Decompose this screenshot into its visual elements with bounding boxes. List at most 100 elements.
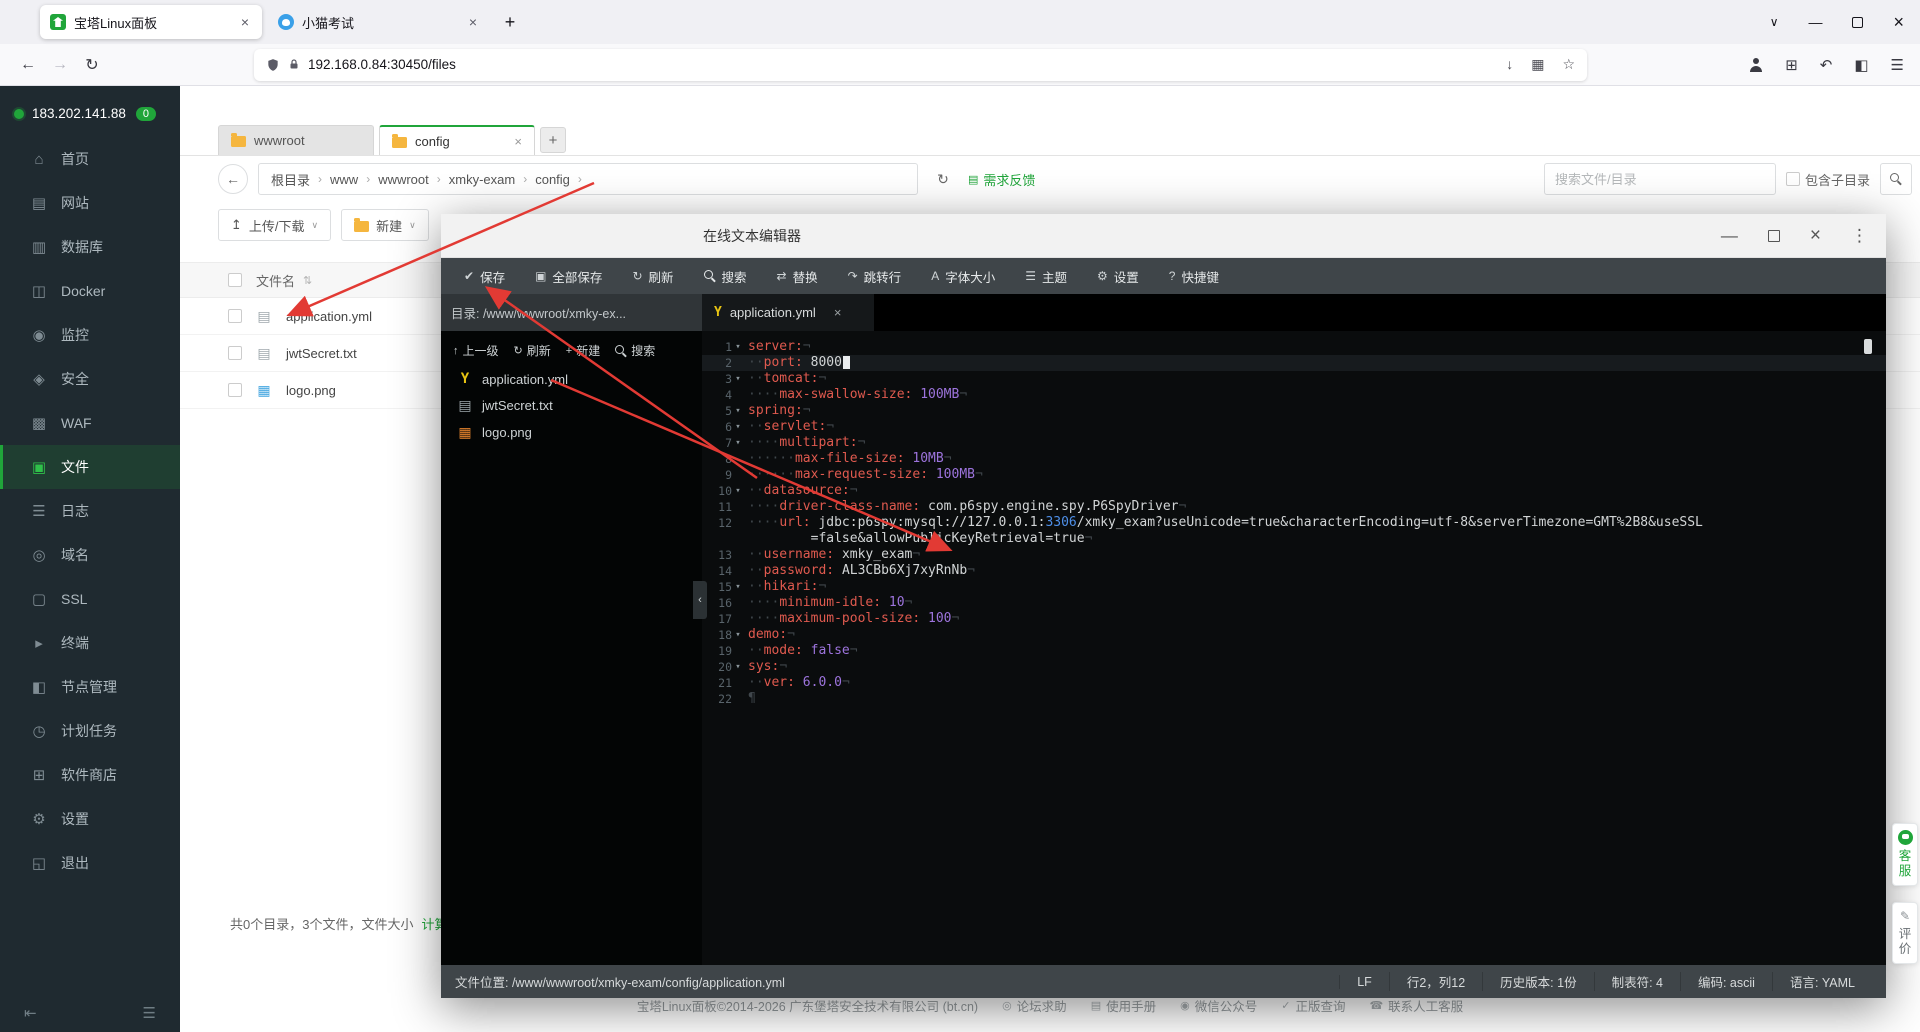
editor-toolbar-search[interactable]: 搜索 — [689, 258, 762, 294]
fm-tab-wwwroot[interactable]: wwwroot — [218, 125, 374, 155]
tree-tool-search[interactable]: 搜索 — [615, 342, 655, 359]
window-minimize-button[interactable]: — — [1808, 14, 1822, 30]
menu-hamburger-icon[interactable]: ☰ — [1891, 56, 1904, 74]
code-editor[interactable]: 1 ▾ server: ¬ 2 ·· port: 8000 3 ▾ ·· tomcat: ¬ 4 ····… — [702, 331, 1886, 965]
editor-toolbar-refresh[interactable]: ↻ 刷新 — [617, 258, 688, 294]
file-search-button[interactable] — [1880, 163, 1912, 195]
forward-button[interactable]: → — [44, 50, 76, 80]
row-checkbox[interactable] — [228, 383, 242, 397]
sidebar-item-node[interactable]: ◧ 节点管理 — [0, 665, 180, 709]
editor-toolbar-save-all[interactable]: ▣ 全部保存 — [520, 258, 617, 294]
path-refresh-icon[interactable]: ↻ — [928, 164, 958, 194]
code-line-16[interactable]: 16 ···· minimum-idle: 10 ¬ — [702, 595, 1886, 611]
feedback-link[interactable]: ▤ 需求反馈 — [968, 170, 1035, 189]
footer-link[interactable]: ◉ 微信公众号 — [1180, 996, 1257, 1015]
editor-file-tab[interactable]: Y application.yml × — [702, 294, 874, 331]
filename-column-header[interactable]: 文件名 — [256, 271, 295, 290]
select-all-checkbox[interactable] — [228, 273, 242, 287]
back-button[interactable]: ← — [12, 50, 44, 80]
file-search-input[interactable] — [1543, 163, 1776, 195]
collapse-sidebar-icon[interactable]: ⇤ — [24, 1004, 37, 1022]
tree-file[interactable]: ▤ jwtSecret.txt — [441, 392, 702, 419]
server-ip-row[interactable]: 183.202.141.88 0 — [0, 86, 180, 137]
tab-close-icon[interactable]: × — [238, 14, 252, 30]
tab-close-icon[interactable]: × — [514, 134, 522, 149]
sidebar-item-cron[interactable]: ◷ 计划任务 — [0, 709, 180, 753]
tree-tool-up[interactable]: ↑ 上一级 — [453, 342, 499, 359]
scan-qr-icon[interactable]: ▦ — [1531, 56, 1544, 73]
sidebar-item-terminal[interactable]: ▸ 终端 — [0, 621, 180, 665]
sidebar-item-appstore[interactable]: ⊞ 软件商店 — [0, 753, 180, 797]
shield-icon[interactable] — [266, 58, 280, 72]
extensions-icon[interactable]: ⊞ — [1785, 56, 1798, 74]
sidebar-item-waf[interactable]: ▩ WAF — [0, 401, 180, 445]
editor-toolbar-font-size[interactable]: A 字体大小 — [916, 258, 1010, 294]
menu-list-icon[interactable]: ☰ — [143, 1004, 156, 1022]
editor-close-icon[interactable]: × — [1810, 225, 1821, 247]
sidebar-item-logs[interactable]: ☰ 日志 — [0, 489, 180, 533]
code-line-20[interactable]: 20 ▾ sys: ¬ — [702, 659, 1886, 675]
history-icon[interactable]: ↶ — [1820, 56, 1833, 74]
code-line-7[interactable]: 7 ▾ ···· multipart: ¬ — [702, 435, 1886, 451]
editor-directory-label[interactable]: 目录: /www/wwwroot/xmky-ex... — [441, 294, 702, 331]
editor-titlebar[interactable]: 在线文本编辑器 — × ⋮ — [441, 214, 1886, 258]
browser-tab-bt-panel[interactable]: 宝塔Linux面板 × — [40, 5, 262, 39]
sidebar-toggle-icon[interactable]: ◧ — [1854, 56, 1868, 74]
tree-tool-refresh[interactable]: ↻ 刷新 — [514, 342, 551, 359]
sidebar-item-settings[interactable]: ⚙ 设置 — [0, 797, 180, 841]
lock-icon[interactable] — [288, 58, 300, 71]
editor-more-icon[interactable]: ⋮ — [1851, 226, 1868, 246]
new-item-button[interactable]: 新建 ∨ — [341, 209, 429, 241]
sidebar-item-site[interactable]: ▤ 网站 — [0, 181, 180, 225]
code-line-18[interactable]: 18 ▾ demo: ¬ — [702, 627, 1886, 643]
browser-tab-xiaomao[interactable]: 小猫考试 × — [268, 5, 490, 39]
account-icon[interactable] — [1749, 57, 1763, 72]
tree-collapse-handle[interactable]: ‹ — [693, 581, 707, 619]
tree-file[interactable]: Yapplication.yml — [441, 366, 702, 392]
row-checkbox[interactable] — [228, 309, 242, 323]
breadcrumb-item[interactable]: www — [330, 172, 358, 187]
editor-toolbar-hotkey[interactable]: ? 快捷键 — [1154, 258, 1234, 294]
include-subdir-checkbox[interactable]: 包含子目录 — [1785, 170, 1870, 189]
breadcrumb-item[interactable]: xmky-exam — [449, 172, 515, 187]
fold-toggle-icon[interactable]: ▾ — [733, 339, 743, 355]
sidebar-item-domain[interactable]: ◎ 域名 — [0, 533, 180, 577]
url-bar[interactable]: 192.168.0.84:30450/files ↓ ▦ ☆ — [254, 48, 1587, 81]
editor-toolbar-theme[interactable]: ☰ 主题 — [1010, 258, 1082, 294]
editor-toolbar-settings[interactable]: ⚙ 设置 — [1082, 258, 1154, 294]
fold-toggle-icon[interactable]: ▾ — [733, 579, 743, 595]
file-tab-close-icon[interactable]: × — [834, 305, 842, 320]
row-checkbox[interactable] — [228, 346, 242, 360]
code-line-19[interactable]: 19 ·· mode: false ¬ — [702, 643, 1886, 659]
code-line-wrap[interactable]: =false&allowPublicKeyRetrieval=true ¬ — [702, 531, 1886, 547]
breadcrumb-item[interactable]: wwwroot — [378, 172, 429, 187]
window-maximize-button[interactable] — [1852, 16, 1864, 28]
code-line-5[interactable]: 5 ▾ spring: ¬ — [702, 403, 1886, 419]
sidebar-item-database[interactable]: ▥ 数据库 — [0, 225, 180, 269]
breadcrumb-item[interactable]: config — [535, 172, 570, 187]
upload-download-button[interactable]: ↥ 上传/下载 ∨ — [218, 209, 332, 241]
code-line-14[interactable]: 14 ·· password: AL3CBb6Xj7xyRnNb ¬ — [702, 563, 1886, 579]
code-line-15[interactable]: 15 ▾ ·· hikari: ¬ — [702, 579, 1886, 595]
tab-overflow-icon[interactable]: ∨ — [1770, 15, 1779, 29]
breadcrumb-item[interactable]: 根目录 — [271, 170, 310, 189]
code-line-2[interactable]: 2 ·· port: 8000 — [702, 355, 1886, 371]
code-line-9[interactable]: 9 ······ max-request-size: 100MB ¬ — [702, 467, 1886, 483]
message-count-badge[interactable]: 0 — [135, 106, 156, 121]
rate-widget[interactable]: ✎ 评价 — [1892, 902, 1918, 964]
fold-toggle-icon[interactable]: ▾ — [733, 403, 743, 419]
new-tab-button[interactable]: + — [496, 8, 524, 36]
path-back-button[interactable]: ← — [218, 164, 248, 194]
tab-close-icon[interactable]: × — [466, 14, 480, 30]
editor-minimize-icon[interactable]: — — [1721, 226, 1738, 246]
bookmark-star-icon[interactable]: ☆ — [1562, 56, 1575, 73]
sidebar-item-security[interactable]: ◈ 安全 — [0, 357, 180, 401]
sidebar-item-ssl[interactable]: ▢ SSL — [0, 577, 180, 621]
sidebar-item-monitor[interactable]: ◉ 监控 — [0, 313, 180, 357]
code-line-13[interactable]: 13 ·· username: xmky_exam ¬ — [702, 547, 1886, 563]
footer-link[interactable]: ◎ 论坛求助 — [1002, 996, 1067, 1015]
code-line-1[interactable]: 1 ▾ server: ¬ — [702, 339, 1886, 355]
sidebar-item-logout[interactable]: ◱ 退出 — [0, 841, 180, 885]
code-line-10[interactable]: 10 ▾ ·· datasource: ¬ — [702, 483, 1886, 499]
code-line-8[interactable]: 8 ······ max-file-size: 10MB ¬ — [702, 451, 1886, 467]
